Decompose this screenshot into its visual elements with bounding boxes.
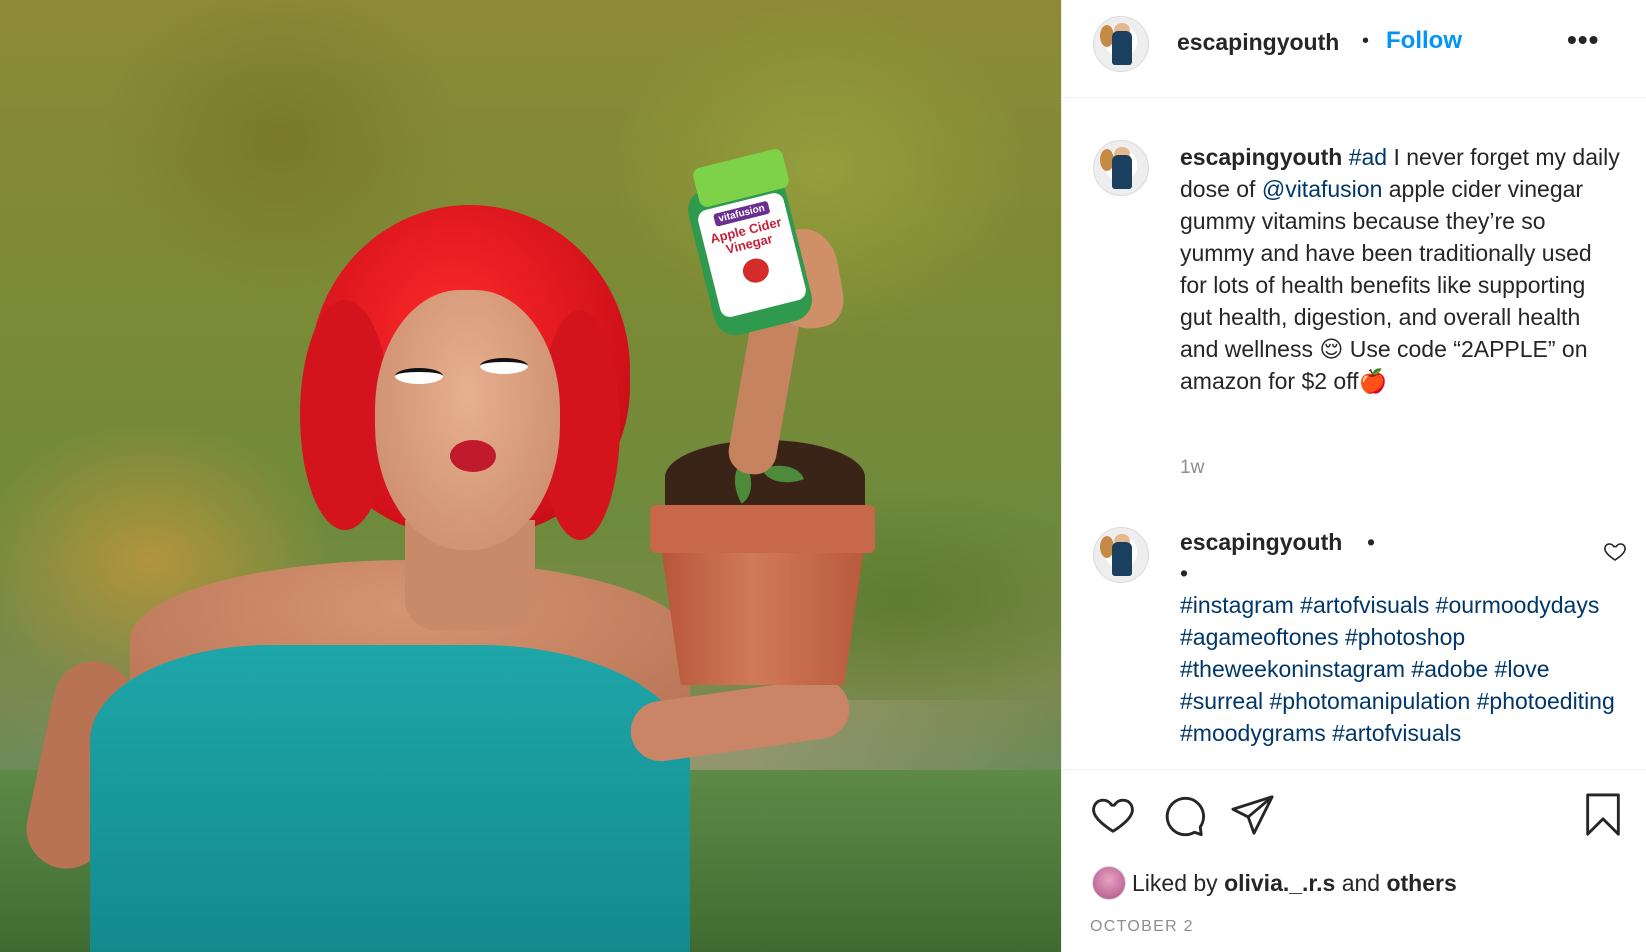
clay-pot-rim — [650, 505, 875, 553]
caption-text: apple cider vinegar gummy vitamins becau… — [1180, 176, 1592, 394]
more-options-icon[interactable]: ••• — [1567, 24, 1599, 56]
caption-username[interactable]: escapingyouth — [1180, 144, 1342, 170]
follow-button[interactable]: Follow — [1386, 27, 1462, 55]
liker-username[interactable]: olivia._.r.s — [1224, 870, 1335, 896]
like-comment-heart-icon[interactable] — [1603, 539, 1627, 563]
avatar-figure — [1112, 31, 1132, 65]
avatar[interactable] — [1093, 527, 1149, 583]
liker-avatar[interactable] — [1092, 866, 1126, 900]
likes-summary: Liked by olivia._.r.s and others — [1132, 870, 1457, 897]
left-eye — [395, 368, 443, 384]
comments-section[interactable]: escapingyouth #ad I never forget my dail… — [1062, 99, 1646, 769]
header-username[interactable]: escapingyouth — [1177, 29, 1339, 56]
mention-link[interactable]: @vitafusion — [1262, 176, 1383, 202]
comment-icon[interactable] — [1160, 792, 1206, 838]
comment-dot: • — [1180, 560, 1189, 586]
lips — [450, 440, 496, 472]
apple-icon — [740, 255, 772, 286]
heart-icon[interactable] — [1090, 792, 1136, 838]
caption-timestamp[interactable]: 1w — [1180, 457, 1204, 479]
likes-others-link[interactable]: others — [1386, 870, 1456, 896]
post-photo[interactable]: vitafusion Apple Cider Vinegar — [0, 0, 1061, 952]
comment-hashtags[interactable]: #instagram #artofvisuals #ourmoodydays #… — [1180, 589, 1620, 749]
likes-middle: and — [1335, 870, 1387, 896]
post-caption: escapingyouth #ad I never forget my dail… — [1180, 141, 1620, 397]
post-date[interactable]: OCTOBER 2 — [1090, 918, 1194, 936]
comment-dot: • — [1367, 529, 1376, 555]
post-side-panel: escapingyouth • Follow ••• escapingyouth… — [1061, 0, 1646, 952]
header-separator: • — [1362, 30, 1370, 52]
avatar-figure — [1112, 155, 1132, 189]
avatar[interactable] — [1093, 16, 1149, 72]
face — [375, 290, 560, 550]
avatar-figure — [1112, 542, 1132, 576]
likes-prefix: Liked by — [1132, 870, 1225, 896]
bookmark-icon[interactable] — [1580, 792, 1626, 838]
share-icon[interactable] — [1230, 792, 1276, 838]
right-eye — [480, 358, 528, 374]
teal-dress — [90, 645, 690, 952]
avatar[interactable] — [1093, 140, 1149, 196]
hashtag-link[interactable]: #ad — [1349, 144, 1387, 170]
post-header: escapingyouth • Follow ••• — [1062, 0, 1646, 98]
comment-username[interactable]: escapingyouth — [1180, 529, 1342, 556]
post-actions: Liked by olivia._.r.s and others OCTOBER… — [1062, 769, 1646, 952]
